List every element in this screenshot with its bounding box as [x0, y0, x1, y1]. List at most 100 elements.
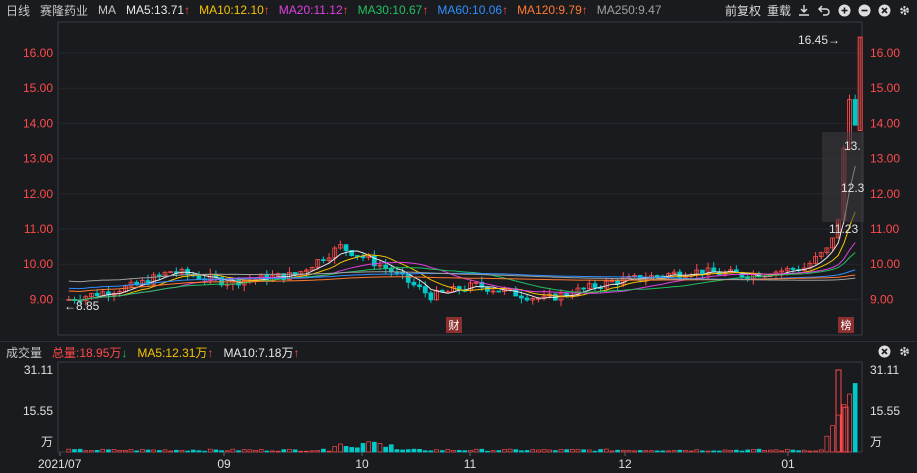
candle [592, 283, 598, 289]
volume-bar [767, 449, 773, 453]
volume-unit-left: 万 [41, 435, 53, 449]
volume-bar [224, 450, 230, 453]
volume-bar [236, 450, 241, 453]
candle [185, 268, 191, 275]
candle [541, 295, 547, 299]
volume-bar [287, 449, 292, 453]
volume-bar [852, 383, 858, 453]
volume-bar [654, 450, 660, 453]
candle [683, 275, 688, 278]
candle [558, 292, 564, 301]
volume-bar [615, 449, 620, 453]
download-icon[interactable] [797, 3, 811, 17]
volume-bar [598, 449, 603, 453]
volume-bar [603, 448, 609, 453]
candle [326, 257, 332, 262]
candle [360, 255, 366, 259]
volume-bar [564, 449, 569, 453]
volume-title[interactable]: 成交量 [6, 344, 42, 361]
price-tick-left: 15.00 [23, 81, 53, 95]
price-pane-border [57, 21, 863, 336]
candle [264, 274, 270, 282]
volume-bar [140, 449, 145, 453]
candle [394, 271, 400, 274]
ma-line [68, 252, 856, 301]
volume-bar [507, 448, 513, 453]
candle [292, 272, 298, 276]
candle [400, 271, 405, 275]
candle [552, 293, 558, 301]
ma-legend-item: MA30:10.67↑ [357, 3, 429, 17]
candle [253, 278, 258, 281]
candle [824, 247, 830, 253]
candle [700, 269, 705, 276]
candle [411, 281, 417, 286]
gear-icon[interactable] [897, 3, 911, 17]
volume-bar [688, 450, 694, 453]
zoom-in-icon[interactable] [837, 3, 851, 17]
volume-bar [671, 450, 677, 453]
volume-bar [830, 425, 835, 453]
volume-bar [756, 448, 762, 453]
candle [586, 283, 592, 289]
x-tick-label: 09 [217, 457, 231, 471]
volume-close-icon[interactable] [877, 344, 891, 358]
candle [371, 255, 377, 267]
volume-bar [405, 449, 411, 453]
candle [688, 274, 694, 277]
candle [717, 271, 722, 276]
candle [213, 274, 219, 278]
zoom-out-icon[interactable] [857, 3, 871, 17]
candle [207, 274, 213, 280]
volume-bar [456, 450, 462, 453]
volume-bar [162, 449, 168, 453]
price-tick-left: 14.00 [23, 116, 53, 130]
indicator-label[interactable]: MA [98, 3, 116, 17]
candle [462, 289, 468, 292]
candle [694, 269, 700, 276]
candle [830, 237, 835, 249]
volume-gear-icon[interactable] [897, 344, 911, 358]
volume-bar [72, 449, 77, 453]
volume-bar [128, 449, 134, 453]
overlay-button[interactable]: 重载 [767, 2, 791, 19]
candle [337, 244, 343, 249]
candle [502, 288, 507, 292]
volume-bar [705, 450, 711, 453]
volume-bar [773, 449, 779, 453]
volume-bar [553, 450, 558, 453]
ma-line [68, 211, 856, 301]
candle [145, 280, 151, 285]
candle [847, 99, 852, 149]
price-tick-left: 11.00 [24, 222, 53, 236]
candle [236, 278, 241, 286]
list-marker-label: 榜 [841, 318, 852, 332]
volume-bar [360, 443, 366, 453]
candle [790, 267, 796, 270]
price-tick-left: 10.00 [23, 257, 53, 271]
close-icon[interactable] [877, 3, 891, 17]
ma-legend: MA5:13.71↑ MA10:12.10↑ MA20:11.12↑ MA30:10.… [126, 3, 661, 17]
volume-bar [434, 449, 439, 453]
price-tick-right: 15.00 [870, 81, 900, 95]
volume-bar [326, 450, 332, 453]
candle [275, 273, 281, 277]
price-tick-right: 14.00 [870, 116, 900, 130]
kline-chart[interactable]: 16.00 16.00 15.00 15.00 14.00 14.00 13.00 13.00… [0, 0, 917, 473]
ma-line [68, 271, 856, 283]
x-tick-label: 2021/07 [38, 457, 82, 471]
volume-bar [739, 450, 745, 453]
volume-bar [677, 449, 683, 453]
volume-bar [784, 448, 790, 453]
candle [773, 271, 779, 276]
candle [111, 292, 117, 296]
undo-icon[interactable] [817, 3, 831, 17]
volume-bar [411, 448, 417, 453]
price-tick-right: 16.00 [870, 46, 900, 60]
period-label[interactable]: 日线 [6, 2, 30, 19]
price-tick-right: 13.00 [870, 152, 900, 166]
x-tick-label: 01 [781, 457, 795, 471]
volume-tick-right: 31.11 [870, 363, 899, 377]
volume-bar [338, 443, 343, 453]
fq-button[interactable]: 前复权 [725, 2, 761, 19]
